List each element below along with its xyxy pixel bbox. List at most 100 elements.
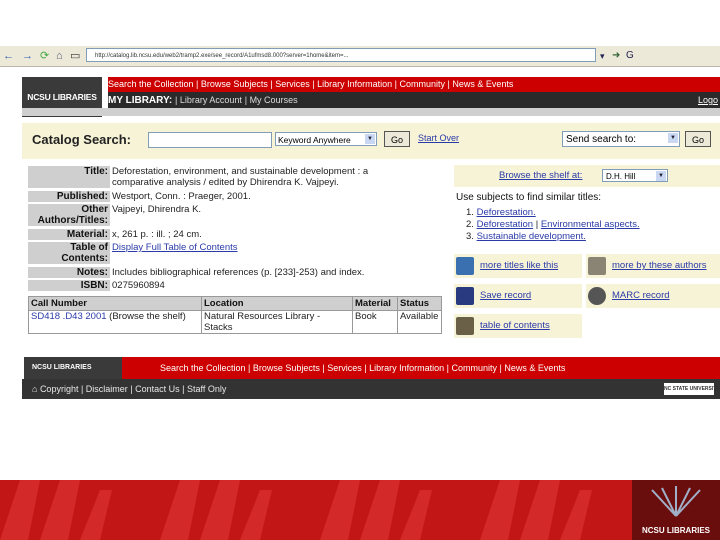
book-icon xyxy=(456,317,474,335)
more-by-authors-button[interactable]: more by these authors xyxy=(586,254,720,278)
subject-number: 1. xyxy=(466,207,474,218)
browse-shelf-row: Browse the shelf at: D.H. Hill ▼ xyxy=(454,165,720,187)
shelf-location-select[interactable]: D.H. Hill ▼ xyxy=(602,169,668,182)
search-input[interactable] xyxy=(148,132,272,148)
footer-logo[interactable]: NCSU LIBRARIES xyxy=(24,357,122,379)
send-search-value: Send search to: xyxy=(566,134,637,145)
shelf-location-value: D.H. Hill xyxy=(606,172,636,181)
start-over-link[interactable]: Start Over xyxy=(418,133,459,143)
send-go-button[interactable]: Go xyxy=(685,131,711,147)
holdings-table: Call Number Location Material Status SD4… xyxy=(28,296,442,334)
page-icon: ▭ xyxy=(70,50,81,62)
refresh-icon[interactable]: ⟳ xyxy=(40,49,49,63)
browse-shelf-link[interactable]: Browse the shelf at: xyxy=(499,170,582,181)
marc-record-button[interactable]: MARC record xyxy=(586,284,720,308)
catalog-search-label: Catalog Search: xyxy=(32,132,131,147)
catalog-search-row: Catalog Search: Keyword Anywhere ▼ Go Sta… xyxy=(22,123,720,159)
network-icon xyxy=(456,257,474,275)
footer-links-text[interactable]: Copyright | Disclaimer | Contact Us | St… xyxy=(40,384,226,394)
toc-label: Table of Contents: xyxy=(28,242,110,264)
subject-item: 2. Deforestation | Environmental aspects… xyxy=(466,219,640,230)
go-button[interactable]: Go xyxy=(384,131,410,147)
col-location: Location xyxy=(201,296,353,311)
location-line1: Natural Resources Library - xyxy=(204,311,321,322)
browse-shelf-cell-link[interactable]: (Browse the shelf) xyxy=(109,311,186,322)
table-row: SD418 .D43 2001 (Browse the shelf) Natur… xyxy=(28,310,442,334)
logout-link[interactable]: Logo xyxy=(698,92,718,108)
call-number-cell[interactable]: SD418 .D43 2001 (Browse the shelf) xyxy=(28,310,202,334)
library-account-link[interactable]: Library Account xyxy=(180,95,242,105)
home-icon[interactable]: ⌂ xyxy=(56,49,63,63)
divider-bar xyxy=(22,108,720,116)
browser-toolbar: ← → ⟳ ⌂ ▭ http://catalog.lib.ncsu.edu/we… xyxy=(0,46,720,67)
published-label: Published: xyxy=(28,191,110,202)
library-emblem-icon xyxy=(651,486,701,517)
slide-logo-text: NCSU LIBRARIES xyxy=(641,526,710,535)
dropdown-icon[interactable]: ▾ xyxy=(600,49,605,63)
subjects-heading: Use subjects to find similar titles: xyxy=(456,192,602,203)
subject-link-sustainable[interactable]: Sustainable development. xyxy=(477,231,586,242)
col-material: Material xyxy=(352,296,398,311)
go-arrow-icon[interactable]: ➜ xyxy=(612,49,620,63)
holdings-header-row: Call Number Location Material Status xyxy=(28,296,442,311)
more-by-authors-link[interactable]: more by these authors xyxy=(612,260,707,271)
subject-link-deforestation-2[interactable]: Deforestation xyxy=(477,219,534,230)
location-cell: Natural Resources Library - Stacks xyxy=(201,310,353,334)
subject-item: 1. Deforestation. xyxy=(466,207,536,218)
col-call-number: Call Number xyxy=(28,296,202,311)
home-icon[interactable]: ⌂ xyxy=(32,384,40,394)
subject-link-environmental[interactable]: Environmental aspects. xyxy=(541,219,640,230)
my-library-bar: MY LIBRARY: | Library Account | My Cours… xyxy=(108,92,720,108)
address-bar[interactable]: http://catalog.lib.ncsu.edu/web2/tramp2.… xyxy=(86,48,596,62)
web-page: NCSU LIBRARIES Search the Collection | B… xyxy=(22,67,720,402)
search-type-select[interactable]: Keyword Anywhere ▼ xyxy=(275,132,377,146)
table-of-contents-link[interactable]: table of contents xyxy=(480,320,550,331)
subject-item: 3. Sustainable development. xyxy=(466,231,586,242)
chevron-down-icon: ▼ xyxy=(656,171,666,181)
title-value-line2: comparative analysis / edited by Dhirend… xyxy=(112,177,339,188)
footer-links: ⌂ Copyright | Disclaimer | Contact Us | … xyxy=(22,379,720,399)
top-navigation[interactable]: Search the Collection | Browse Subjects … xyxy=(108,77,720,92)
subject-number: 3. xyxy=(466,231,474,242)
call-number-link[interactable]: SD418 .D43 2001 xyxy=(31,311,107,322)
magnifier-icon xyxy=(588,287,606,305)
subject-link-deforestation[interactable]: Deforestation. xyxy=(477,207,536,218)
isbn-label: ISBN: xyxy=(28,280,110,291)
notes-value: Includes bibliographical references (p. … xyxy=(112,267,365,278)
location-line2: Stacks xyxy=(204,322,233,333)
marc-record-link[interactable]: MARC record xyxy=(612,290,670,301)
chevron-down-icon: ▼ xyxy=(365,134,375,144)
google-icon[interactable]: G xyxy=(626,49,634,63)
save-record-link[interactable]: Save record xyxy=(480,290,531,301)
published-value: Westport, Conn. : Praeger, 2001. xyxy=(112,191,251,202)
material-label: Material: xyxy=(28,229,110,240)
forward-icon[interactable]: → xyxy=(22,49,33,63)
back-icon[interactable]: ← xyxy=(3,49,14,63)
save-record-button[interactable]: Save record xyxy=(454,284,582,308)
my-courses-link[interactable]: My Courses xyxy=(250,95,298,105)
more-titles-button[interactable]: more titles like this xyxy=(454,254,582,278)
other-authors-label-line2: Authors/Titles: xyxy=(37,215,108,226)
title-value-line1: Deforestation, environment, and sustaina… xyxy=(112,166,369,177)
display-toc-link[interactable]: Display Full Table of Contents xyxy=(112,242,452,253)
status-cell: Available xyxy=(397,310,442,334)
title-label: Title: xyxy=(28,166,110,188)
col-status: Status xyxy=(397,296,442,311)
material-value: x, 261 p. : ill. ; 24 cm. xyxy=(112,229,202,240)
toc-label-line1: Table of xyxy=(70,242,108,253)
ncstate-logo[interactable]: NC STATE UNIVERSITY xyxy=(664,383,720,395)
my-library-label: MY LIBRARY: xyxy=(108,95,173,106)
toc-label-line2: Contents: xyxy=(61,253,108,264)
authors-icon xyxy=(588,257,606,275)
more-titles-link[interactable]: more titles like this xyxy=(480,260,558,271)
other-authors-label-line1: Other xyxy=(81,204,108,215)
search-type-value: Keyword Anywhere xyxy=(278,135,351,145)
footer-navigation[interactable]: Search the Collection | Browse Subjects … xyxy=(122,357,720,379)
send-search-select[interactable]: Send search to: ▼ xyxy=(562,131,680,147)
table-of-contents-button[interactable]: table of contents xyxy=(454,314,582,338)
material-cell: Book xyxy=(352,310,398,334)
subjects-panel: Use subjects to find similar titles: 1. … xyxy=(454,189,720,251)
slide-footer-band xyxy=(0,480,720,540)
chevron-down-icon: ▼ xyxy=(668,133,678,143)
other-authors-value: Vajpeyi, Dhirendra K. xyxy=(112,204,202,215)
